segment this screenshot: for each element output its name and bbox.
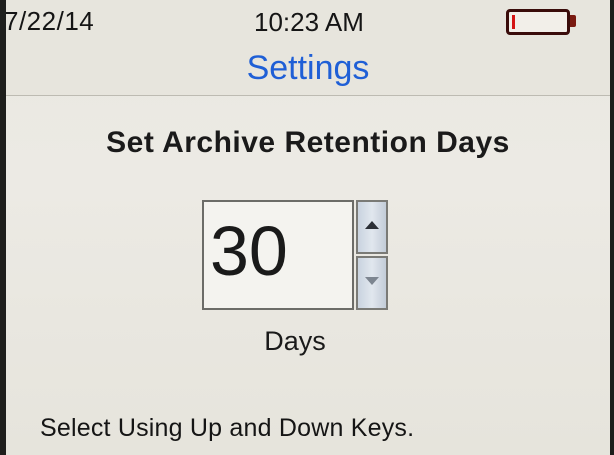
instruction-hint: Select Using Up and Down Keys. <box>40 414 415 442</box>
increment-button[interactable] <box>356 200 388 254</box>
battery-terminal <box>570 15 576 27</box>
settings-content: Set Archive Retention Days 30 Days <box>6 96 610 396</box>
retention-days-value-box[interactable]: 30 <box>202 200 354 310</box>
device-screen: 7/22/14 10:23 AM Settings Set Archive Re… <box>6 0 610 455</box>
page-title: Settings <box>246 49 370 87</box>
date-display: 7/22/14 <box>6 6 95 36</box>
header: 7/22/14 10:23 AM Settings <box>6 0 610 96</box>
unit-label: Days <box>264 326 326 356</box>
setting-heading: Set Archive Retention Days <box>106 126 510 159</box>
arrow-down-icon <box>365 277 379 285</box>
battery-level <box>512 15 515 29</box>
battery-icon <box>506 9 570 35</box>
retention-days-spinner[interactable]: 30 <box>202 200 388 310</box>
retention-days-value: 30 <box>210 212 288 290</box>
time-display: 10:23 AM <box>254 7 364 37</box>
arrow-up-icon <box>365 221 379 229</box>
decrement-button[interactable] <box>356 256 388 310</box>
